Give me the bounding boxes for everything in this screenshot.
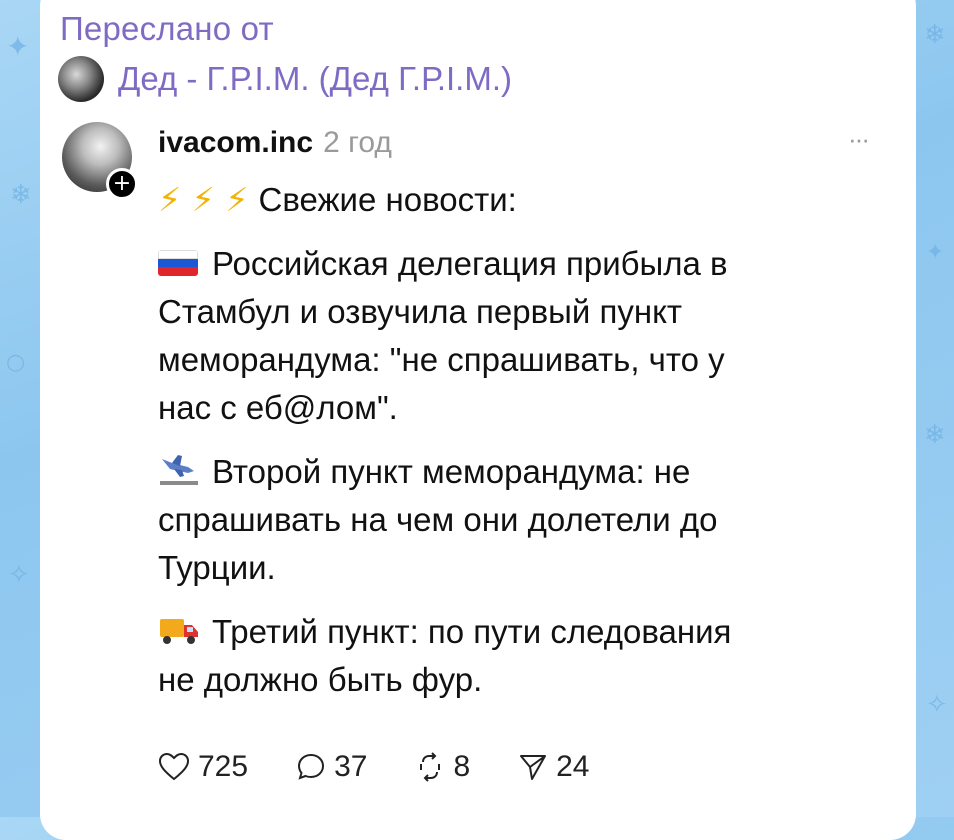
- paragraph-3-line-1: Второй пункт меморандума: не: [212, 453, 691, 490]
- background-doodle: ○: [6, 350, 26, 375]
- paragraph-4: Третий пункт: по пути следования не долж…: [158, 608, 878, 704]
- post-actions: 725 37 8 24: [158, 750, 638, 784]
- share-button[interactable]: 24: [518, 750, 590, 784]
- reposts-count: 8: [453, 750, 471, 783]
- follow-plus-icon[interactable]: +: [106, 168, 138, 200]
- paragraph-3: Второй пункт меморандума: не спрашивать …: [158, 448, 878, 592]
- background-doodle: ✦: [6, 30, 30, 63]
- background-doodle: ❄: [10, 180, 32, 210]
- paragraph-2-line-4: нас с еб@лом".: [158, 389, 398, 426]
- forward-source-avatar[interactable]: [58, 56, 104, 102]
- background-doodle: ✧: [8, 560, 30, 590]
- forward-source[interactable]: Дед - Г.Р.I.М. (Дед Г.Р.I.М.): [58, 56, 512, 102]
- background-doodle: ❄: [924, 20, 946, 50]
- paragraph-1-line-1: Свежие новости:: [258, 181, 517, 218]
- heart-icon: [158, 752, 190, 781]
- likes-count: 725: [198, 750, 249, 783]
- lightning-icon: ⚡ ⚡ ⚡: [158, 180, 249, 219]
- repost-button[interactable]: 8: [415, 750, 470, 784]
- repost-icon: [420, 752, 441, 782]
- paragraph-2: Российская делегация прибыла в Стамбул и…: [158, 240, 878, 432]
- background-doodle: ✧: [926, 690, 948, 720]
- send-icon: [520, 755, 547, 780]
- paragraph-4-line-1: Третий пункт: по пути следования: [212, 613, 732, 650]
- paragraph-2-line-3: меморандума: "не спрашивать, что у: [158, 341, 725, 378]
- background-doodle: ✦: [926, 240, 945, 265]
- background-doodle: ❄: [924, 420, 946, 450]
- forward-source-name[interactable]: Дед - Г.Р.I.М. (Дед Г.Р.I.М.): [118, 60, 512, 98]
- airplane-landing-icon: [160, 455, 198, 485]
- forwarded-from-label: Переслано от: [60, 10, 274, 47]
- paragraph-1: ⚡ ⚡ ⚡ Свежие новости:: [158, 176, 878, 224]
- like-button[interactable]: 725: [158, 750, 248, 784]
- russia-flag-icon: [158, 250, 198, 276]
- paragraph-2-line-1: Российская делегация прибыла в: [212, 245, 728, 282]
- paragraph-3-line-3: Турции.: [158, 549, 276, 586]
- comment-button[interactable]: 37: [296, 750, 367, 784]
- paragraph-2-line-2: Стамбул и озвучила первый пункт: [158, 293, 682, 330]
- comments-count: 37: [334, 750, 368, 783]
- paragraph-4-line-2: не должно быть фур.: [158, 661, 483, 698]
- comment-icon: [298, 753, 325, 780]
- post-header: ivacom.inc 2 год: [158, 126, 392, 160]
- author-username[interactable]: ivacom.inc: [158, 126, 313, 160]
- post-time: 2 год: [323, 126, 392, 159]
- truck-icon: [160, 619, 198, 644]
- more-options-icon[interactable]: ···: [848, 124, 870, 155]
- shares-count: 24: [556, 750, 590, 783]
- paragraph-3-line-2: спрашивать на чем они долетели до: [158, 501, 718, 538]
- post-text: ⚡ ⚡ ⚡ Свежие новости: Российская делегаци…: [158, 176, 878, 720]
